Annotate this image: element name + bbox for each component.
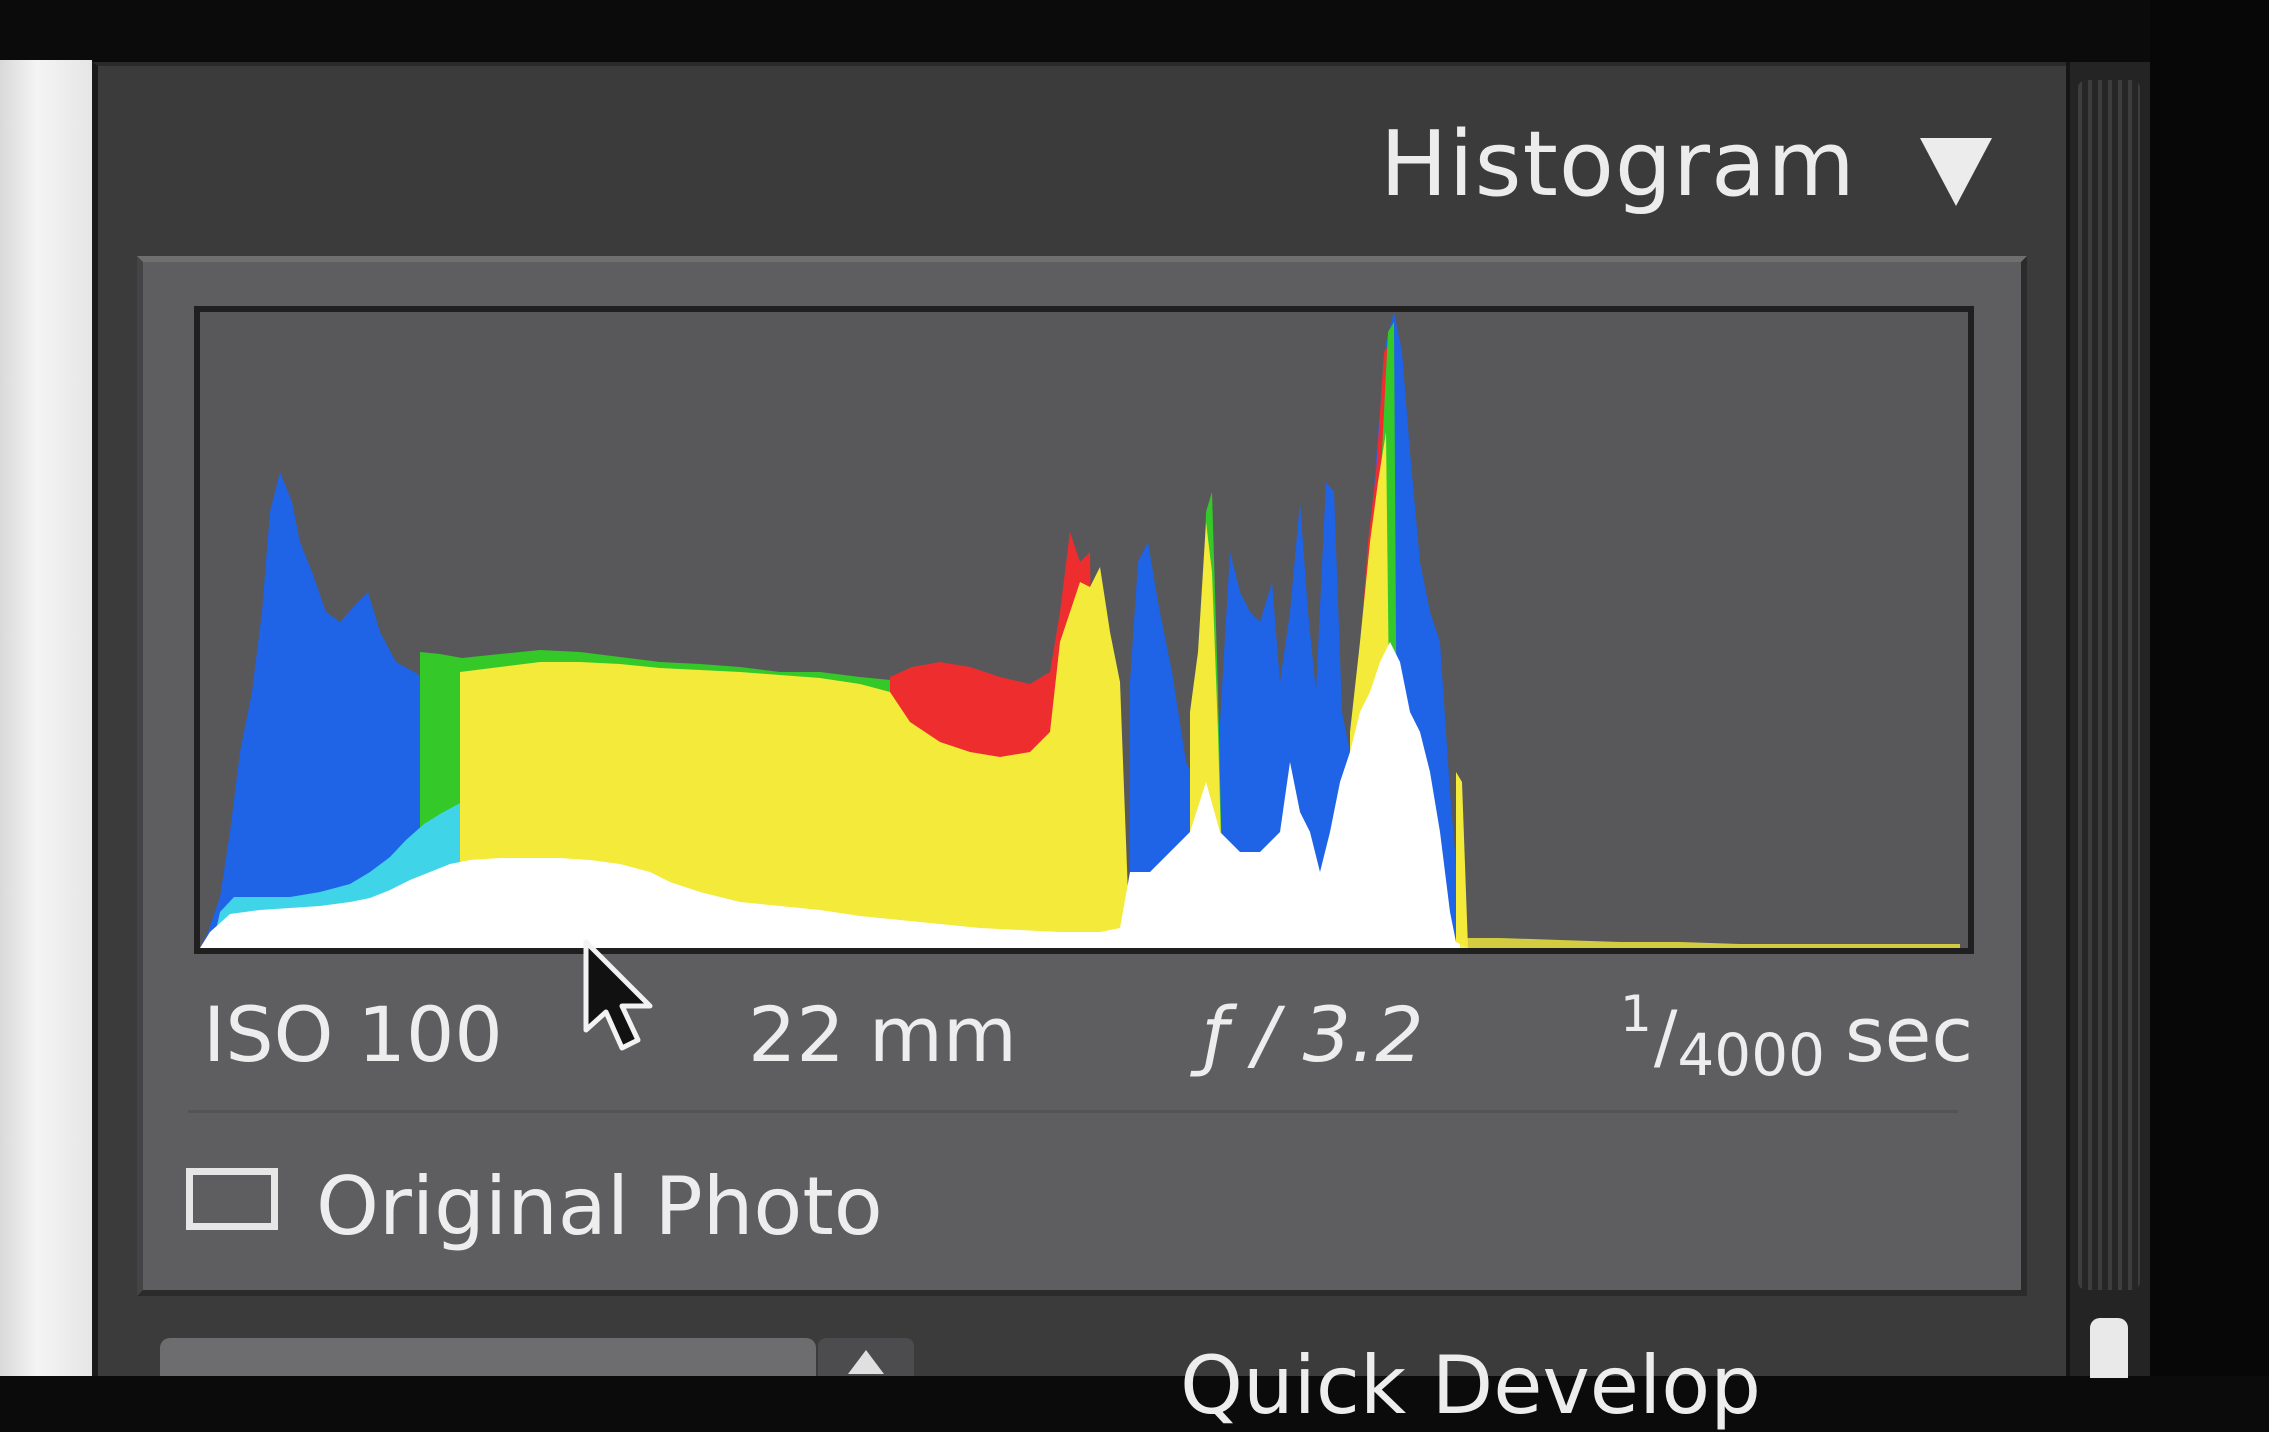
background-window-edge [0, 60, 92, 1376]
shutter-slash: / [1653, 996, 1678, 1078]
shutter-denominator: 4000 [1677, 1021, 1826, 1089]
iso-value: ISO 100 [203, 990, 503, 1079]
quick-develop-label[interactable]: Quick Develop [1180, 1346, 1761, 1426]
histogram-baseline-trace [1460, 938, 1960, 948]
scrollbar-grip[interactable] [2078, 80, 2140, 1290]
panel-title[interactable]: Histogram [1380, 112, 1856, 217]
focal-length-value: 22 mm [748, 990, 1017, 1079]
shutter-speed-value: 1/4000 sec [1620, 985, 1974, 1089]
shutter-unit: sec [1845, 990, 1974, 1079]
divider [188, 1110, 1958, 1113]
original-photo-label[interactable]: Original Photo [316, 1160, 883, 1253]
shutter-numerator: 1 [1620, 985, 1652, 1043]
original-photo-checkbox[interactable] [186, 1168, 278, 1230]
histogram-graph [200, 312, 1960, 948]
dropdown-arrow-icon[interactable] [818, 1338, 914, 1376]
aperture-value: ƒ / 3.2 [1202, 990, 1424, 1079]
mouse-cursor-icon [583, 939, 653, 1051]
histogram-chart[interactable] [194, 306, 1974, 954]
scrollbar-thumb[interactable] [2090, 1318, 2128, 1378]
collapse-triangle-icon[interactable] [1920, 138, 1992, 206]
screen-bezel [2150, 0, 2269, 1376]
saved-preset-dropdown[interactable] [160, 1338, 816, 1376]
